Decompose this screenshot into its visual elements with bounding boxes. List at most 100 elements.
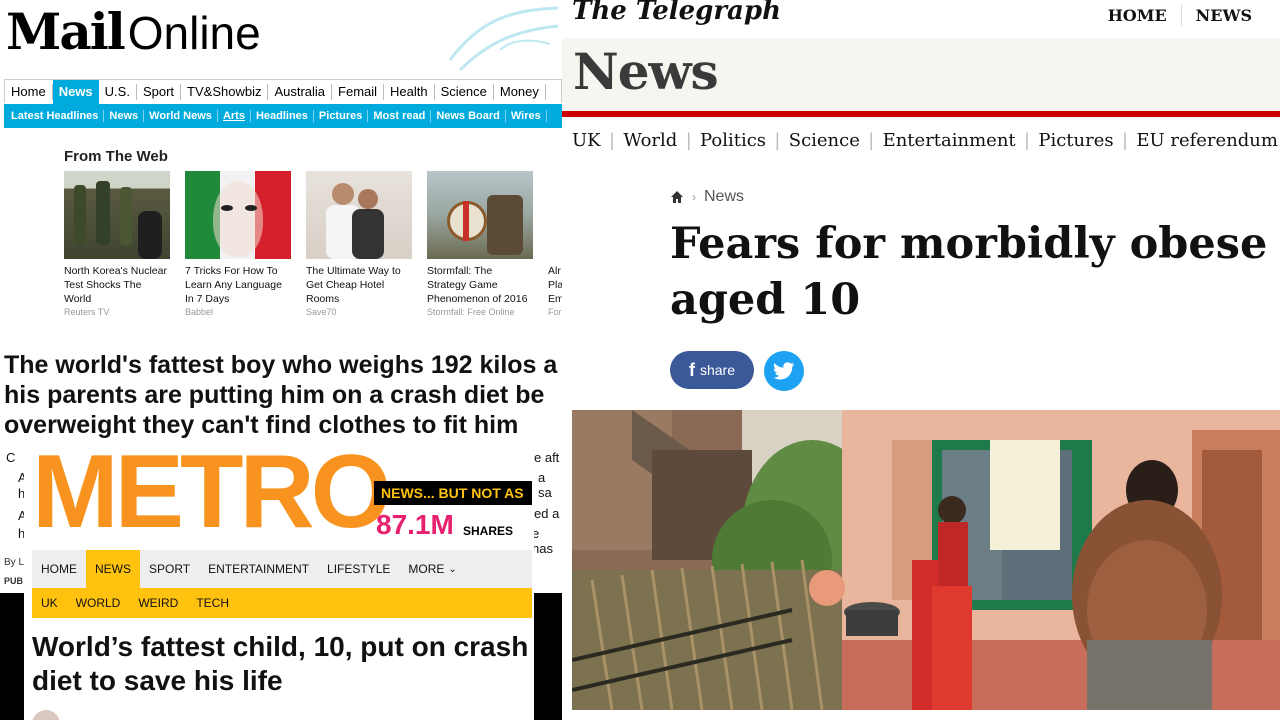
- breadcrumb-chevron-icon: ›: [692, 190, 696, 204]
- metro-primary-nav: HOME NEWS SPORT ENTERTAINMENT LIFESTYLE …: [32, 550, 532, 588]
- mail-secondary-nav: Latest Headlines News World News Arts He…: [4, 104, 562, 128]
- metro-subnav-tech[interactable]: TECH: [187, 596, 238, 610]
- nav-separator: |: [1024, 130, 1030, 150]
- section-title[interactable]: News: [573, 42, 719, 101]
- mail-byline-fragment: By L PUB: [0, 552, 30, 592]
- metro-page: By L PUB METRO NEWS... BUT NOT AS 87.1M …: [0, 446, 562, 720]
- more-label: MORE: [408, 562, 445, 576]
- metro-tagline: NEWS... BUT NOT AS: [374, 481, 532, 505]
- metro-nav-lifestyle[interactable]: LIFESTYLE: [318, 550, 399, 588]
- mail-subnav-most-read[interactable]: Most read: [368, 110, 432, 122]
- soldiers-thumbnail: [64, 171, 170, 259]
- from-the-web-heading: From The Web: [64, 148, 168, 165]
- byline-text: By L: [4, 557, 25, 568]
- telegraph-nav-home[interactable]: HOME: [1094, 6, 1181, 25]
- metro-subnav-uk[interactable]: UK: [32, 596, 67, 610]
- card-title: North Korea's Nuclear Test Shocks The Wo…: [64, 265, 167, 305]
- mail-nav-home[interactable]: Home: [5, 83, 53, 100]
- title-line: Fears for morbidly obese bo: [670, 219, 1280, 269]
- metro-subnav-world[interactable]: WORLD: [67, 596, 130, 610]
- telegraph-subnav-politics[interactable]: Politics: [700, 130, 766, 151]
- title-line: aged 10: [670, 275, 861, 325]
- share-label: share: [699, 362, 736, 378]
- mail-nav-femail[interactable]: Femail: [332, 83, 385, 100]
- sponsored-card[interactable]: The Ultimate Way to Get Cheap Hotel Room…: [306, 171, 413, 318]
- mailonline-logo[interactable]: Mail Online: [6, 2, 261, 61]
- card-source: Stormfall: Free Online: [427, 307, 515, 317]
- mail-subnav-wires[interactable]: Wires: [506, 110, 547, 122]
- breadcrumb-news[interactable]: News: [704, 188, 744, 206]
- couple-thumbnail: [306, 171, 412, 259]
- mail-nav-us[interactable]: U.S.: [99, 83, 137, 100]
- mail-subnav-arts[interactable]: Arts: [218, 110, 251, 122]
- collage: Mail Online Home News U.S. Sport TV&Show…: [0, 0, 1280, 720]
- card-title: Alr Pla Em: [548, 265, 562, 305]
- sponsored-card[interactable]: North Korea's Nuclear Test Shocks The Wo…: [64, 171, 171, 318]
- telegraph-logo[interactable]: The Telegraph: [572, 0, 781, 26]
- mail-subnav-latest-headlines[interactable]: Latest Headlines: [6, 110, 105, 122]
- headline-line: The world's fattest boy who weighs 192 k…: [4, 351, 558, 379]
- card-title: Stormfall: The Strategy Game Phenomenon …: [427, 265, 528, 305]
- mail-nav-australia[interactable]: Australia: [268, 83, 333, 100]
- published-text: PUB: [4, 576, 24, 586]
- section-divider: [562, 111, 1280, 117]
- card-title: The Ultimate Way to Get Cheap Hotel Room…: [306, 265, 401, 305]
- nav-separator: |: [868, 130, 874, 150]
- telegraph-sub-nav: UK | World | Politics | Science | Entert…: [572, 130, 1278, 151]
- facebook-icon: f: [688, 359, 695, 380]
- telegraph-subnav-pictures[interactable]: Pictures: [1038, 130, 1113, 151]
- mail-nav-science[interactable]: Science: [435, 83, 494, 100]
- mail-subnav-news[interactable]: News: [104, 110, 145, 122]
- headline-line: his parents are putting him on a crash d…: [4, 381, 545, 409]
- telegraph-article-title[interactable]: Fears for morbidly obese bo aged 10: [670, 216, 1280, 328]
- metro-secondary-nav: UK WORLD WEIRD TECH: [32, 588, 532, 618]
- game-warrior-thumbnail: [427, 171, 533, 259]
- mail-subnav-pictures[interactable]: Pictures: [314, 110, 369, 122]
- twitter-share-button[interactable]: [764, 351, 804, 391]
- nav-separator: |: [1122, 130, 1128, 150]
- telegraph-subnav-uk[interactable]: UK: [572, 130, 601, 151]
- breadcrumb: › News: [670, 188, 744, 206]
- facebook-share-button[interactable]: f share: [670, 351, 754, 389]
- card-source: Babbel: [185, 307, 214, 317]
- metro-nav-entertainment[interactable]: ENTERTAINMENT: [199, 550, 318, 588]
- telegraph-subnav-science[interactable]: Science: [789, 130, 860, 151]
- metro-nav-news[interactable]: NEWS: [86, 550, 140, 588]
- metro-logo[interactable]: METRO: [32, 446, 392, 544]
- nav-separator: |: [609, 130, 615, 150]
- telegraph-nav-news[interactable]: NEWS: [1182, 6, 1266, 25]
- telegraph-subnav-entertainment[interactable]: Entertainment: [883, 130, 1016, 151]
- shares-count: 87.1M: [376, 509, 454, 540]
- nav-separator: |: [775, 130, 780, 150]
- logo-mail: Mail: [6, 2, 126, 61]
- section-header: News: [562, 38, 1280, 112]
- metro-nav-more[interactable]: MORE ⌄: [399, 550, 465, 588]
- home-icon[interactable]: [670, 190, 684, 204]
- mail-nav-tvshowbiz[interactable]: TV&Showbiz: [181, 83, 269, 100]
- telegraph-subnav-eu-referendum[interactable]: EU referendum: [1136, 130, 1278, 151]
- headline-line: overweight they can't find clothes to fi…: [4, 411, 519, 439]
- sponsored-card[interactable]: 7 Tricks For How To Learn Any Language I…: [185, 171, 292, 318]
- metro-subnav-weird[interactable]: WEIRD: [129, 596, 187, 610]
- metro-article-title[interactable]: World’s fattest child, 10, put on crash …: [32, 630, 532, 698]
- telegraph-page: The Telegraph HOME NEWS News UK | World …: [562, 0, 1280, 720]
- twitter-bird-icon: [773, 362, 794, 380]
- article-photo[interactable]: [572, 410, 1280, 710]
- telegraph-subnav-world[interactable]: World: [623, 130, 677, 151]
- sponsored-card[interactable]: Stormfall: The Strategy Game Phenomenon …: [427, 171, 534, 318]
- mail-primary-nav: Home News U.S. Sport TV&Showbiz Australi…: [4, 79, 562, 104]
- mail-subnav-world-news[interactable]: World News: [144, 110, 218, 122]
- mail-article-headline[interactable]: The world's fattest boy who weighs 192 k…: [4, 350, 562, 440]
- painted-face-thumbnail: [185, 171, 291, 259]
- metro-nav-sport[interactable]: SPORT: [140, 550, 199, 588]
- mail-nav-health[interactable]: Health: [384, 83, 435, 100]
- telegraph-topbar: The Telegraph HOME NEWS: [562, 0, 1280, 36]
- mail-subnav-headlines[interactable]: Headlines: [251, 110, 314, 122]
- metro-nav-home[interactable]: HOME: [32, 550, 86, 588]
- sponsored-card[interactable]: Alr Pla Em For: [548, 171, 562, 318]
- nav-separator: |: [686, 130, 691, 150]
- mail-nav-money[interactable]: Money: [494, 83, 546, 100]
- mail-subnav-news-board[interactable]: News Board: [431, 110, 506, 122]
- mail-nav-news[interactable]: News: [52, 79, 99, 104]
- mail-nav-sport[interactable]: Sport: [137, 83, 182, 100]
